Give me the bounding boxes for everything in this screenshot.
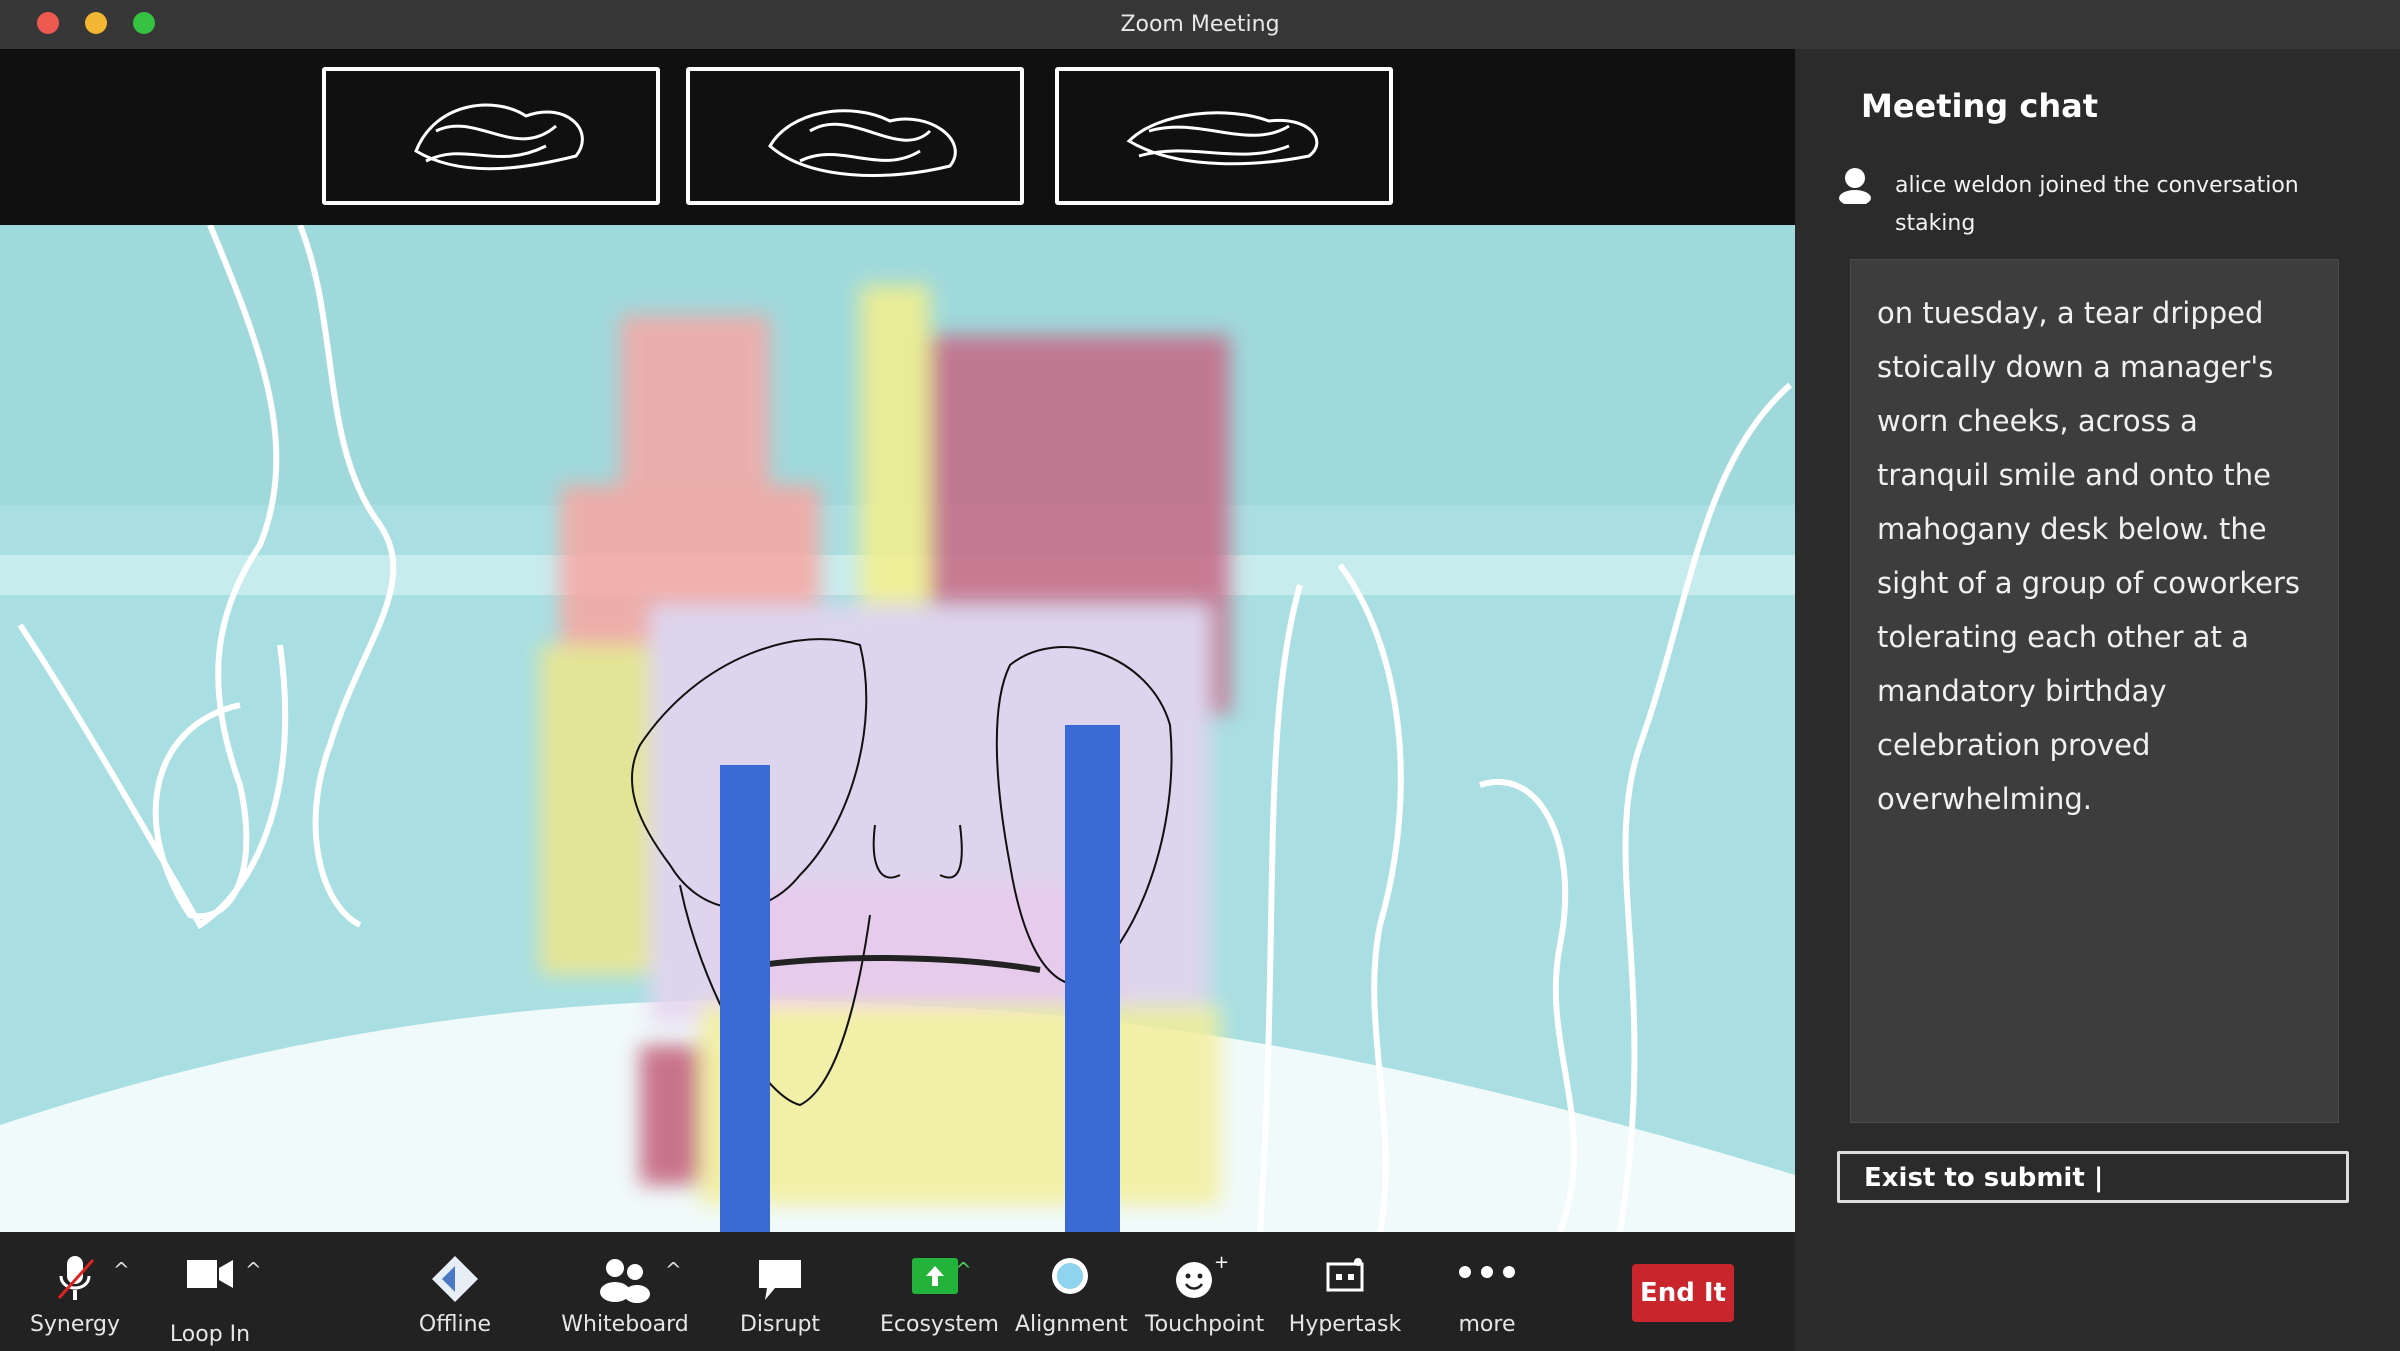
participant-thumbnail[interactable] bbox=[1055, 67, 1393, 205]
toolbar-label: Loop In bbox=[169, 1322, 251, 1347]
ecosystem-options-chevron-icon[interactable]: ^ bbox=[955, 1258, 972, 1282]
diamond-icon bbox=[430, 1254, 480, 1308]
touchpoint-button[interactable]: + Touchpoint bbox=[1145, 1232, 1265, 1351]
chat-message: on tuesday, a tear dripped stoically dow… bbox=[1877, 296, 2301, 816]
meeting-toolbar: Synergy ^ Loop In ^ Offline Whiteboard ^… bbox=[0, 1232, 1795, 1351]
chat-join-notice: alice weldon joined the conversation sta… bbox=[1895, 173, 2299, 236]
toolbar-label: Whiteboard bbox=[561, 1312, 689, 1337]
apps-icon bbox=[1320, 1254, 1370, 1302]
chat-input-value: Exist to submit | bbox=[1864, 1163, 2104, 1193]
toolbar-label: more bbox=[1458, 1312, 1516, 1337]
toolbar-label: Hypertask bbox=[1288, 1312, 1402, 1337]
participant-thumbnail[interactable] bbox=[322, 67, 660, 205]
speaker-video bbox=[0, 223, 1795, 1232]
svg-text:+: + bbox=[1214, 1254, 1229, 1273]
toolbar-label: Synergy bbox=[29, 1312, 121, 1337]
loop-in-button[interactable]: Loop In bbox=[155, 1232, 265, 1351]
participants-icon bbox=[595, 1254, 655, 1308]
disrupt-button[interactable]: Disrupt bbox=[725, 1232, 835, 1351]
synergy-button[interactable]: Synergy bbox=[20, 1232, 130, 1351]
end-meeting-button[interactable]: End It bbox=[1632, 1264, 1734, 1322]
toolbar-label: Offline bbox=[418, 1312, 492, 1337]
whiteboard-button[interactable]: Whiteboard bbox=[560, 1232, 690, 1351]
toolbar-label: Ecosystem bbox=[880, 1312, 999, 1337]
more-button[interactable]: more bbox=[1432, 1232, 1542, 1351]
meeting-chat-panel: Meeting chat alice weldon joined the con… bbox=[1795, 49, 2400, 1351]
window-title: Zoom Meeting bbox=[1120, 12, 1280, 37]
chat-message-box: on tuesday, a tear dripped stoically dow… bbox=[1850, 259, 2339, 1123]
video-camera-icon bbox=[185, 1254, 235, 1298]
speech-bubble-icon bbox=[755, 1254, 805, 1308]
alignment-button[interactable]: Alignment bbox=[1015, 1232, 1128, 1351]
loop-in-options-chevron-icon[interactable]: ^ bbox=[245, 1258, 262, 1282]
synergy-options-chevron-icon[interactable]: ^ bbox=[113, 1258, 130, 1282]
chat-title: Meeting chat bbox=[1861, 87, 2098, 125]
toolbar-label: Touchpoint bbox=[1145, 1312, 1265, 1337]
reaction-smiley-icon: + bbox=[1170, 1252, 1230, 1308]
more-dots-icon bbox=[1457, 1264, 1517, 1284]
whiteboard-options-chevron-icon[interactable]: ^ bbox=[665, 1258, 682, 1282]
participant-thumbnail-strip bbox=[0, 49, 1795, 225]
chat-input[interactable]: Exist to submit | bbox=[1837, 1151, 2349, 1203]
participant-thumbnail[interactable] bbox=[686, 67, 1024, 205]
ecosystem-button[interactable]: Ecosystem bbox=[880, 1232, 999, 1351]
microphone-muted-icon bbox=[53, 1254, 97, 1308]
record-circle-icon bbox=[1048, 1254, 1092, 1302]
offline-button[interactable]: Offline bbox=[400, 1232, 510, 1351]
toolbar-label: Disrupt bbox=[739, 1312, 821, 1337]
hypertask-button[interactable]: Hypertask bbox=[1280, 1232, 1410, 1351]
toolbar-label: Alignment bbox=[1015, 1312, 1128, 1337]
title-bar: Zoom Meeting bbox=[0, 0, 2400, 49]
meeting-main-area bbox=[0, 49, 1795, 1232]
share-screen-icon bbox=[910, 1254, 960, 1302]
user-avatar-icon bbox=[1835, 164, 1875, 208]
